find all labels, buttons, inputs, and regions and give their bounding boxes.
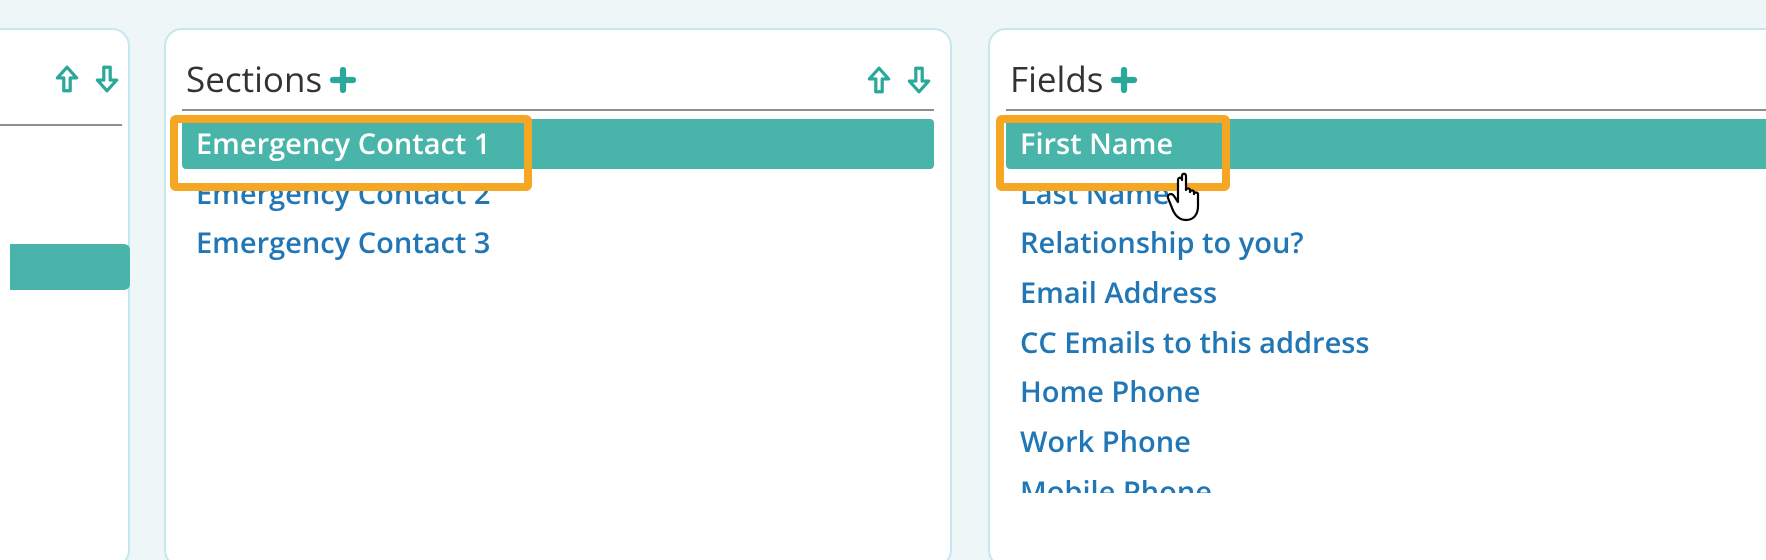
add-field-icon[interactable] xyxy=(1109,65,1139,95)
panel-title: Fields xyxy=(1010,56,1103,103)
arrow-up-icon[interactable] xyxy=(54,64,80,94)
sections-list: Emergency Contact 1 Emergency Contact 2 … xyxy=(176,111,940,268)
panel-sections: Sections Emergency Contact 1 Emergency C… xyxy=(164,28,952,560)
field-item[interactable]: CC Emails to this address xyxy=(1006,318,1766,368)
add-section-icon[interactable] xyxy=(328,65,358,95)
panel-title: Sections xyxy=(186,56,322,103)
panel-divider xyxy=(0,124,122,126)
arrow-down-icon[interactable] xyxy=(906,65,932,95)
arrow-down-icon[interactable] xyxy=(94,64,120,94)
reorder-arrows xyxy=(866,65,932,95)
section-item[interactable]: Emergency Contact 1 xyxy=(182,119,934,169)
field-item[interactable]: Home Phone xyxy=(1006,367,1766,417)
field-item[interactable]: Mobile Phone xyxy=(1006,467,1766,493)
panel-previous-partial xyxy=(0,28,130,560)
fields-list: First Name Last Name Relationship to you… xyxy=(1000,111,1766,493)
field-item[interactable]: Relationship to you? xyxy=(1006,218,1766,268)
previous-panel-selected-row[interactable] xyxy=(10,244,130,290)
field-item[interactable]: Last Name xyxy=(1006,169,1766,219)
field-item[interactable]: First Name xyxy=(1006,119,1766,169)
section-item[interactable]: Emergency Contact 3 xyxy=(182,218,934,268)
field-item[interactable]: Email Address xyxy=(1006,268,1766,318)
panel-fields: Fields First Name Last Name Relationship… xyxy=(988,28,1766,560)
reorder-arrows xyxy=(54,64,120,94)
panel-header: Fields xyxy=(1000,56,1766,109)
section-item[interactable]: Emergency Contact 2 xyxy=(182,169,934,219)
arrow-up-icon[interactable] xyxy=(866,65,892,95)
panel-header: Sections xyxy=(176,56,940,109)
field-item[interactable]: Work Phone xyxy=(1006,417,1766,467)
